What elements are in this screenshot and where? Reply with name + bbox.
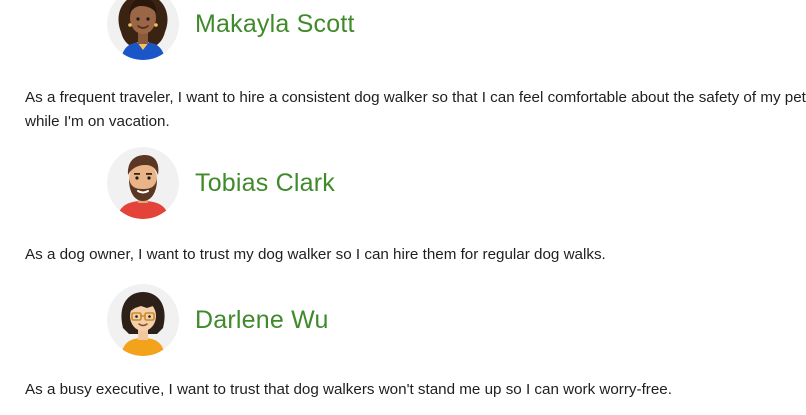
persona-name: Darlene Wu bbox=[195, 305, 329, 334]
woman-glasses-avatar-icon bbox=[107, 284, 179, 356]
persona-header-makayla: Makayla Scott bbox=[107, 0, 355, 60]
persona-header-darlene: Darlene Wu bbox=[107, 284, 329, 356]
user-story-text: As a dog owner, I want to trust my dog w… bbox=[25, 246, 606, 263]
persona-name: Makayla Scott bbox=[195, 9, 355, 38]
bearded-man-avatar-icon bbox=[107, 147, 179, 219]
user-story-text: As a frequent traveler, I want to hire a… bbox=[25, 89, 806, 130]
persona-name: Tobias Clark bbox=[195, 168, 335, 197]
persona-header-tobias: Tobias Clark bbox=[107, 147, 335, 219]
user-story-text: As a busy executive, I want to trust tha… bbox=[25, 381, 672, 398]
woman-curly-hair-avatar-icon bbox=[107, 0, 179, 60]
